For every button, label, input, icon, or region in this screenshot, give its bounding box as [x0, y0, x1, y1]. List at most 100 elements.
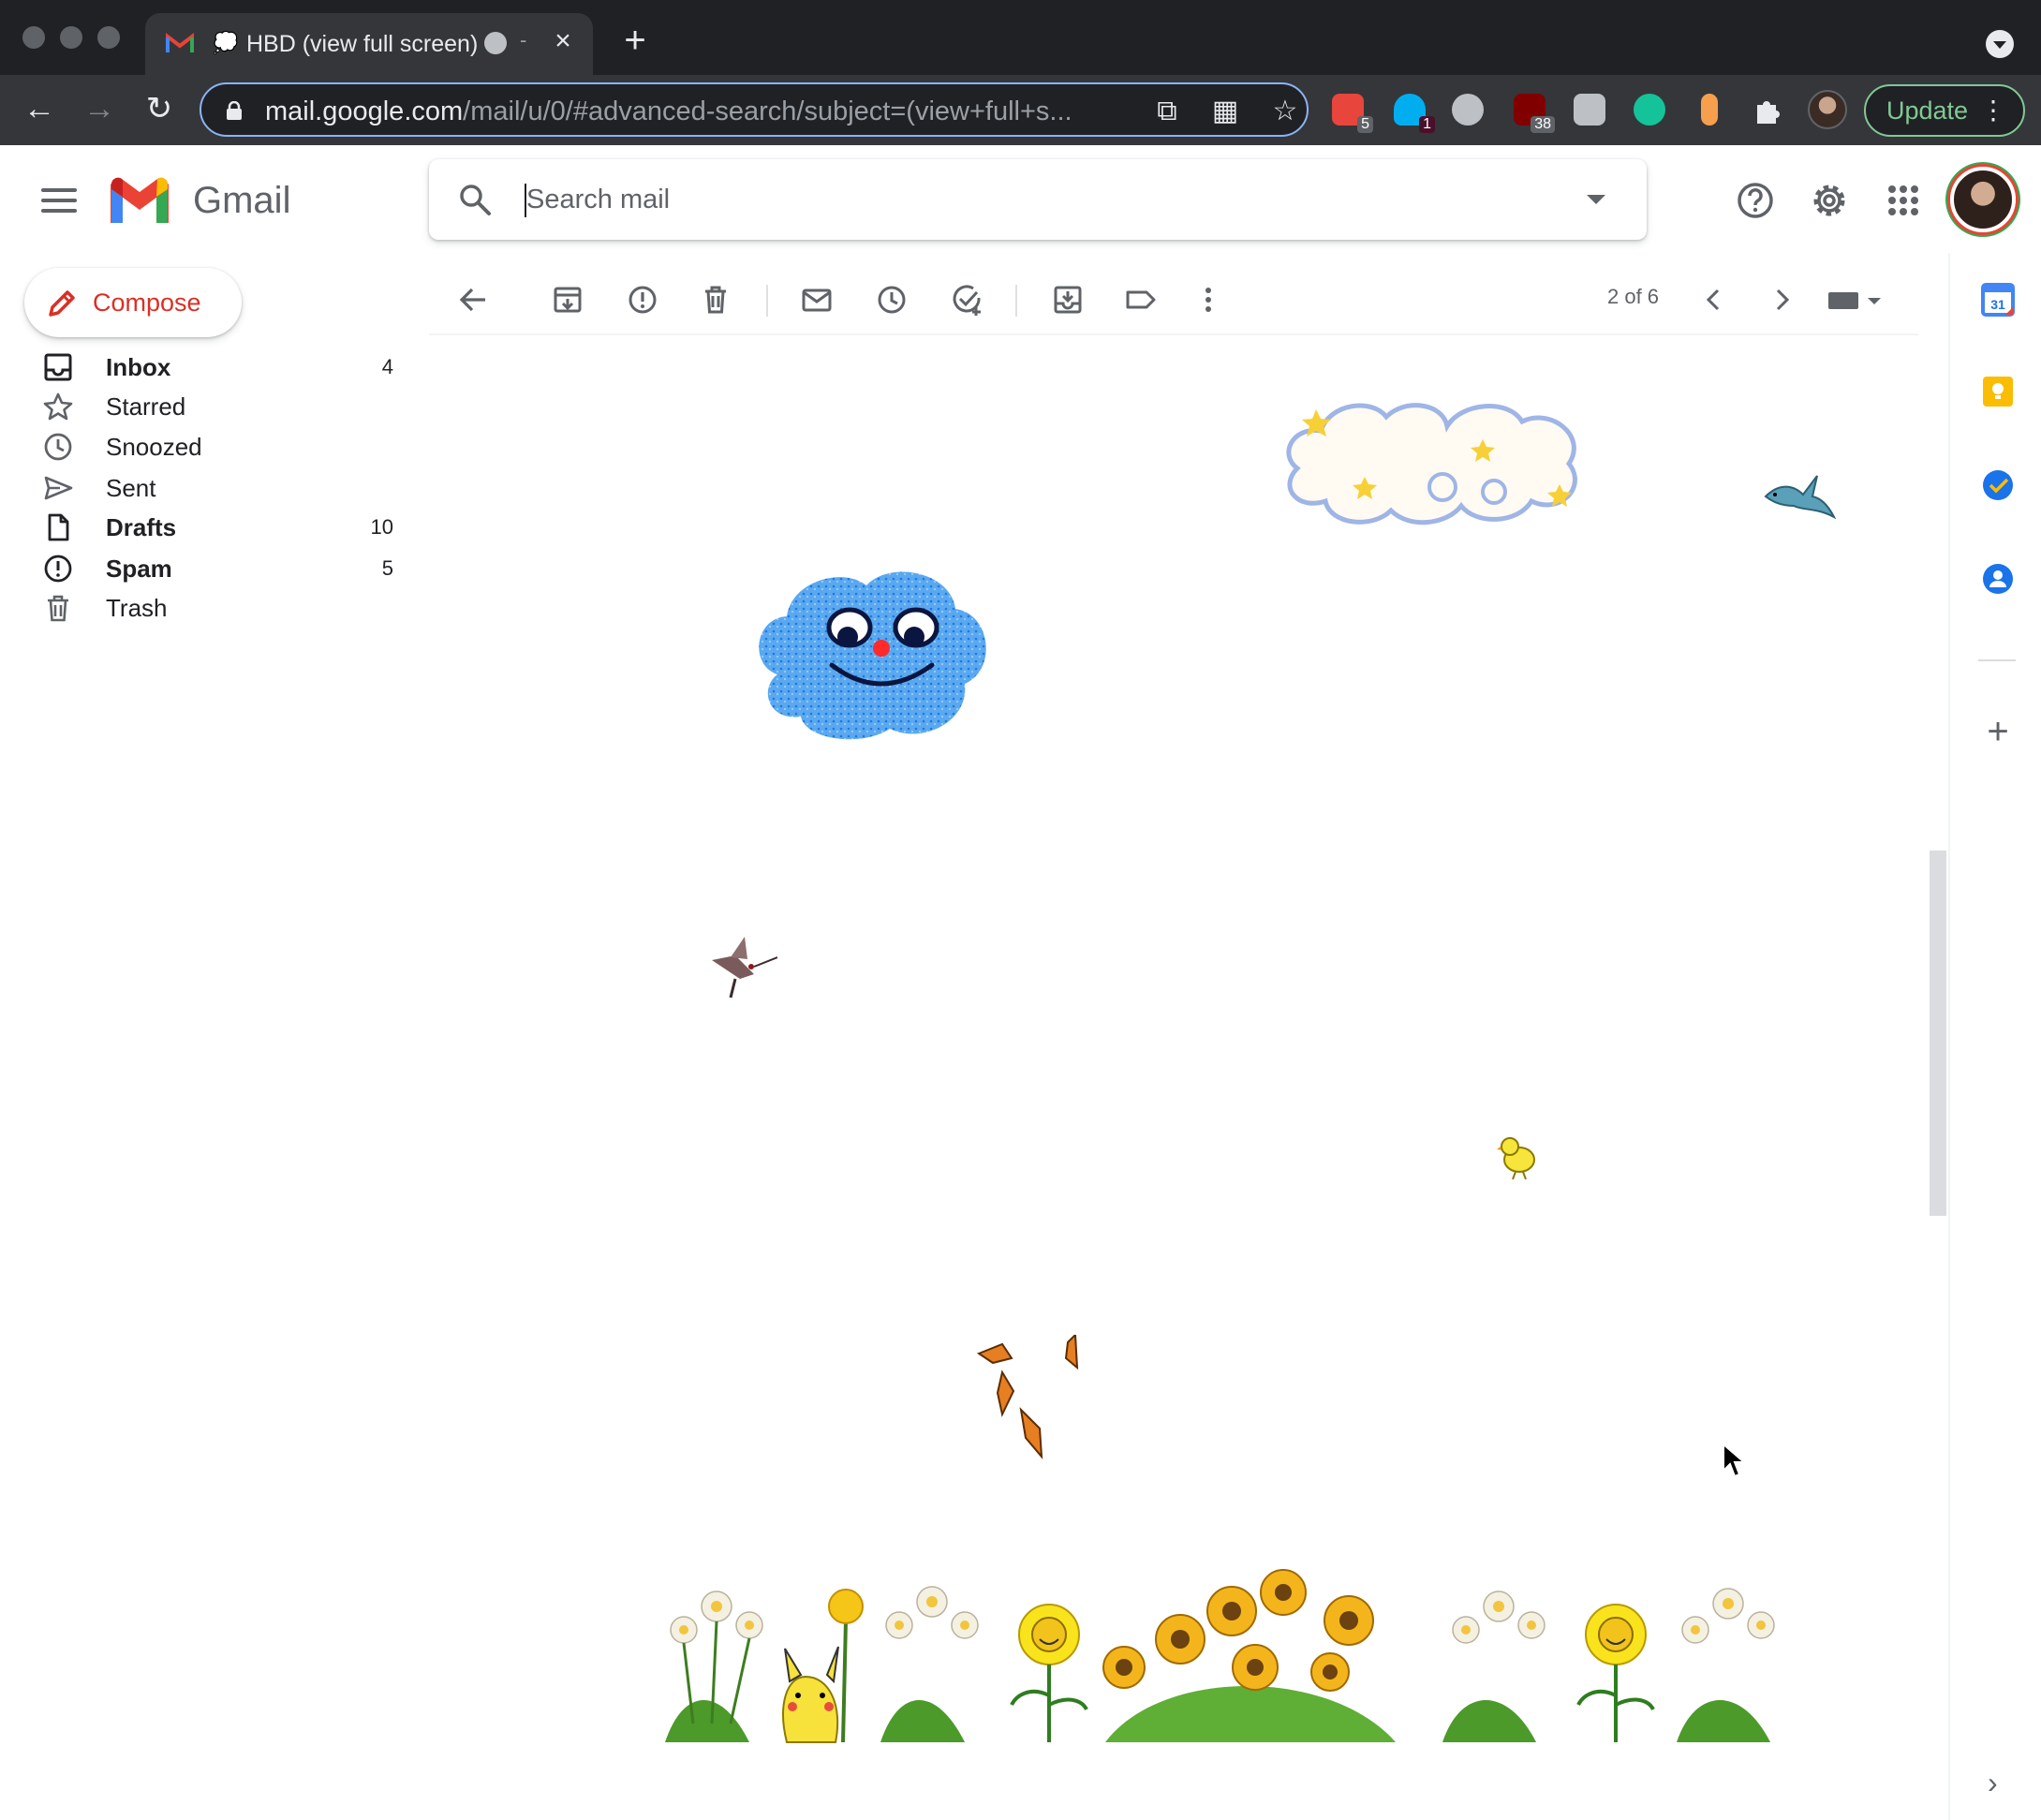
- nav-count: 5: [381, 556, 393, 580]
- input-tools-keyboard-icon[interactable]: [1828, 292, 1858, 309]
- ghostery-badge: 1: [1419, 116, 1435, 133]
- dropper-icon[interactable]: [1701, 94, 1718, 126]
- contacts-icon[interactable]: [1981, 562, 2015, 596]
- ghostery-icon[interactable]: 1: [1394, 94, 1435, 133]
- trash-icon: [48, 595, 68, 622]
- newer-chevron-left-icon[interactable]: [1695, 281, 1733, 318]
- zoom-window-button[interactable]: [97, 26, 120, 49]
- daisies: [880, 1586, 979, 1742]
- nav-count: 10: [370, 515, 393, 539]
- browser-tab[interactable]: 💭 HBD (view full screen) - ×: [145, 13, 593, 75]
- speech-bubble-icon: 💭: [213, 31, 239, 54]
- lock-icon: [227, 101, 242, 120]
- daisies: [665, 1591, 763, 1742]
- older-chevron-right-icon[interactable]: [1763, 281, 1800, 318]
- butterflies: [976, 1335, 1079, 1459]
- gmail-logo-icon[interactable]: [108, 176, 171, 225]
- keep-icon[interactable]: [1981, 375, 2015, 408]
- browser-profile-avatar[interactable]: [1808, 90, 1847, 129]
- cast-icon[interactable]: ⧉: [1151, 96, 1183, 127]
- nav-label: Trash: [106, 594, 168, 622]
- ublock-icon[interactable]: 38: [1514, 94, 1555, 133]
- scrollbar-thumb[interactable]: [1930, 851, 1946, 1216]
- adblock-icon[interactable]: 5: [1332, 94, 1373, 133]
- compose-button[interactable]: Compose: [24, 268, 242, 337]
- extension-k-icon[interactable]: [1574, 94, 1605, 126]
- nav-item-spam[interactable]: Spam 5: [37, 550, 393, 589]
- get-addons-plus-icon[interactable]: +: [1982, 713, 2014, 750]
- nav-label: Snoozed: [106, 433, 202, 461]
- pinterest-icon[interactable]: [1452, 94, 1484, 126]
- move-to-icon[interactable]: [1049, 281, 1087, 318]
- archive-icon[interactable]: [549, 281, 586, 318]
- bookmark-star-icon[interactable]: ☆: [1269, 96, 1301, 127]
- more-options-icon[interactable]: [1190, 281, 1227, 318]
- forward-icon[interactable]: →: [79, 88, 120, 129]
- new-tab-button[interactable]: +: [618, 22, 652, 59]
- qr-code-icon[interactable]: ▦: [1209, 96, 1241, 127]
- delete-icon[interactable]: [697, 281, 734, 318]
- tab-title: HBD (view full screen): [246, 31, 479, 57]
- tab-close-icon[interactable]: ×: [548, 26, 578, 56]
- nav-label: Spam: [106, 555, 172, 583]
- main-menu-icon[interactable]: [36, 184, 82, 217]
- nav-item-inbox[interactable]: Inbox 4: [37, 348, 393, 388]
- search-bar: [429, 159, 1647, 240]
- report-spam-icon[interactable]: [624, 281, 661, 318]
- tab-separator: -: [520, 28, 527, 52]
- pagination-text: 2 of 6: [1607, 285, 1660, 308]
- tasks-icon[interactable]: [1981, 468, 2015, 502]
- nav-item-starred[interactable]: Starred: [37, 388, 393, 427]
- back-icon[interactable]: ←: [19, 88, 60, 129]
- nav-count: 4: [381, 355, 393, 378]
- update-label: Update: [1886, 96, 1969, 125]
- yellow-chick: [1497, 1137, 1535, 1180]
- label-icon[interactable]: [1122, 281, 1160, 318]
- star-icon: [43, 392, 73, 421]
- mark-unread-icon[interactable]: [798, 281, 836, 318]
- minimize-window-button[interactable]: [60, 26, 82, 49]
- input-tools-dropdown-icon[interactable]: [1868, 298, 1881, 304]
- nav-item-drafts[interactable]: Drafts 10: [37, 509, 393, 548]
- adblock-badge: 5: [1357, 116, 1373, 133]
- nav-label: Inbox: [106, 353, 171, 381]
- url-text: mail.google.com/mail/u/0/#advanced-searc…: [265, 96, 1072, 127]
- sunflower-bunch: [1102, 1569, 1396, 1742]
- nav-item-trash[interactable]: Trash: [37, 589, 393, 629]
- smiling-sunflower: [1010, 1604, 1088, 1742]
- reload-icon[interactable]: ↻: [139, 88, 180, 129]
- settings-gear-icon[interactable]: [1807, 178, 1852, 223]
- search-input[interactable]: [526, 176, 1463, 223]
- url-domain: mail.google.com: [265, 96, 464, 126]
- nav-item-sent[interactable]: Sent: [37, 469, 393, 509]
- add-to-tasks-icon[interactable]: [948, 281, 985, 318]
- nav-item-snoozed[interactable]: Snoozed: [37, 428, 393, 467]
- apps-grid-icon[interactable]: [1881, 178, 1926, 223]
- search-icon[interactable]: [457, 182, 493, 217]
- nav-label: Sent: [106, 474, 156, 502]
- daisies: [1442, 1591, 1546, 1742]
- account-avatar[interactable]: [1950, 167, 2016, 232]
- app-name: Gmail: [193, 180, 291, 221]
- calendar-icon[interactable]: 31: [1981, 283, 2015, 317]
- puzzle-icon[interactable]: [1752, 94, 1783, 126]
- draft-file-icon: [48, 513, 69, 541]
- grammarly-icon[interactable]: [1634, 94, 1665, 126]
- report-icon: [44, 555, 72, 583]
- ublock-badge: 38: [1531, 116, 1555, 133]
- snooze-icon[interactable]: [873, 281, 910, 318]
- address-bar[interactable]: mail.google.com/mail/u/0/#advanced-searc…: [200, 82, 1309, 137]
- toolbar-divider: [766, 285, 768, 317]
- help-icon[interactable]: [1733, 178, 1778, 223]
- media-playing-icon[interactable]: [484, 32, 507, 54]
- search-options-icon[interactable]: [1587, 195, 1605, 204]
- update-button[interactable]: Update ⋮: [1864, 84, 2025, 137]
- close-window-button[interactable]: [22, 26, 45, 49]
- smiling-blue-cloud: [759, 571, 986, 740]
- show-side-panel-chevron-icon[interactable]: ›: [1988, 1768, 2010, 1798]
- inbox-icon: [44, 353, 72, 381]
- back-to-inbox-icon[interactable]: [455, 281, 493, 318]
- mouse-pointer-icon: [1723, 1443, 1747, 1478]
- tab-search-button[interactable]: [1986, 30, 2014, 58]
- browser-toolbar: ← → ↻ mail.google.com/mail/u/0/#advanced…: [0, 75, 2041, 145]
